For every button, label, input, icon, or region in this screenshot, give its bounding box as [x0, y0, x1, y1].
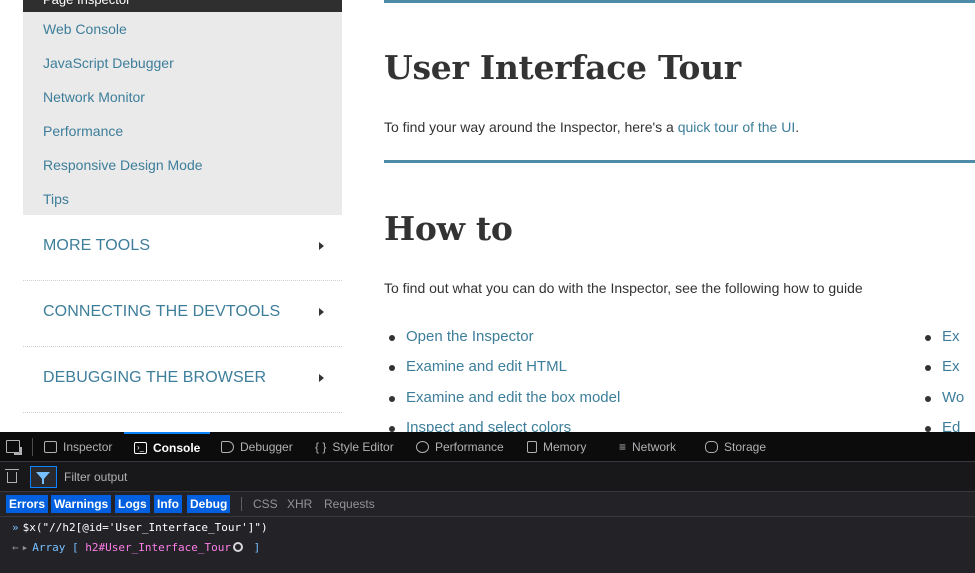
heading-how-to: How to — [384, 209, 513, 248]
filter-warnings[interactable]: Warnings — [51, 495, 112, 513]
heading-user-interface-tour: User Interface Tour — [384, 48, 741, 87]
devtools-panel: Inspector ›_ Console Debugger { } Style … — [0, 432, 975, 573]
ui-tour-period: . — [795, 119, 800, 135]
levels-separator — [241, 497, 242, 511]
tab-label: Console — [153, 441, 201, 455]
sidebar-item-performance[interactable]: Performance — [43, 122, 123, 140]
funnel-icon — [36, 472, 50, 484]
prompt-chevron-icon: » — [12, 521, 19, 534]
console-result-line: ← ▸ Array [ h2#User_Interface_Tour ] — [12, 541, 260, 554]
link-open-the-inspector[interactable]: Open the Inspector — [386, 328, 534, 345]
performance-icon — [416, 441, 429, 453]
tab-style-editor[interactable]: { } Style Editor — [315, 432, 394, 462]
return-arrow-icon: ← — [12, 541, 19, 554]
link-right-list-2[interactable]: Ex — [922, 358, 960, 375]
inspector-icon — [44, 441, 57, 453]
triangle-right-icon — [319, 242, 324, 250]
sidebar-section-connecting-the-devtools[interactable]: CONNECTING THE DEVTOOLS — [23, 281, 342, 347]
sidebar-item-page-inspector[interactable]: Page Inspector — [23, 0, 342, 12]
filter-output-input[interactable] — [64, 468, 464, 486]
tab-inspector[interactable]: Inspector — [44, 432, 112, 462]
toolbar-separator — [32, 438, 33, 456]
tab-label: Storage — [724, 440, 767, 454]
tab-debugger[interactable]: Debugger — [221, 432, 293, 462]
tab-label: Memory — [543, 440, 587, 454]
link-examine-and-edit-html[interactable]: Examine and edit HTML — [386, 358, 567, 375]
console-output: » $x("//h2[@id='User_Interface_Tour']") ←… — [0, 516, 975, 573]
ui-tour-text: To find your way around the Inspector, h… — [384, 119, 678, 135]
tab-memory[interactable]: Memory — [527, 432, 586, 462]
link-inspect-and-select-colors[interactable]: Inspect and select colors — [386, 419, 571, 432]
filter-info[interactable]: Info — [154, 495, 182, 513]
console-input-line: » $x("//h2[@id='User_Interface_Tour']") — [12, 521, 268, 534]
sidebar-item-javascript-debugger[interactable]: JavaScript Debugger — [43, 54, 174, 72]
link-right-list-1[interactable]: Ex — [922, 328, 960, 345]
filter-debug[interactable]: Debug — [187, 495, 231, 513]
devtools-toolbar: Inspector ›_ Console Debugger { } Style … — [0, 432, 975, 462]
sidebar-section-more-tools[interactable]: MORE TOOLS — [23, 215, 342, 281]
triangle-right-icon — [319, 308, 324, 316]
sidebar-section-label: DEBUGGING THE BROWSER — [43, 369, 267, 386]
how-to-paragraph: To find out what you can do with the Ins… — [384, 280, 863, 296]
quick-tour-link[interactable]: quick tour of the UI — [678, 119, 796, 135]
tab-label: Inspector — [63, 440, 113, 454]
triangle-right-icon — [319, 374, 324, 382]
sidebar-item-tips[interactable]: Tips — [43, 190, 69, 208]
link-right-list-3[interactable]: Wo — [922, 389, 964, 406]
tab-performance[interactable]: Performance — [416, 432, 504, 462]
memory-icon — [527, 441, 537, 453]
sidebar-section-debugging-the-browser[interactable]: DEBUGGING THE BROWSER — [23, 347, 342, 413]
tab-console[interactable]: ›_ Console — [124, 432, 211, 462]
result-node-id: #User_Interface_Tour — [98, 541, 231, 554]
sidebar-nav: Page Inspector Web Console JavaScript De… — [23, 0, 342, 432]
console-level-filters: Errors Warnings Logs Info Debug CSS XHR … — [0, 494, 975, 514]
style-editor-icon: { } — [315, 440, 327, 454]
tab-label: Performance — [435, 440, 504, 454]
filter-xhr[interactable]: XHR — [284, 495, 315, 513]
element-picker-icon[interactable] — [6, 440, 22, 455]
web-page: Page Inspector Web Console JavaScript De… — [0, 0, 975, 432]
section-divider — [384, 160, 975, 163]
filter-errors[interactable]: Errors — [6, 495, 49, 513]
filter-logs[interactable]: Logs — [115, 495, 150, 513]
ui-tour-paragraph: To find your way around the Inspector, h… — [384, 119, 799, 135]
result-node-tag: h2 — [85, 541, 99, 554]
console-filter-bar — [0, 462, 975, 492]
network-icon: ≡ — [619, 440, 627, 454]
sidebar-item-responsive-design-mode[interactable]: Responsive Design Mode — [43, 156, 203, 174]
tab-label: Network — [632, 440, 677, 454]
console-input-code: $x("//h2[@id='User_Interface_Tour']") — [22, 521, 268, 534]
sidebar-item-network-monitor[interactable]: Network Monitor — [43, 88, 145, 106]
filter-toggle-button[interactable] — [30, 466, 57, 488]
expand-triangle-icon[interactable]: ▸ — [22, 541, 29, 554]
link-examine-and-edit-box-model[interactable]: Examine and edit the box model — [386, 389, 620, 406]
tab-storage[interactable]: Storage — [705, 432, 766, 462]
array-open-bracket: [ — [72, 541, 79, 554]
article-content: User Interface Tour To find your way aro… — [384, 0, 975, 432]
select-node-icon[interactable] — [232, 542, 243, 552]
sidebar-section-label: MORE TOOLS — [43, 237, 151, 254]
result-type: Array — [32, 541, 66, 554]
trash-icon[interactable] — [5, 469, 19, 483]
sidebar-item-web-console[interactable]: Web Console — [43, 20, 127, 38]
storage-icon — [705, 441, 718, 453]
tab-label: Style Editor — [332, 440, 394, 454]
result-node[interactable]: h2#User_Interface_Tour — [85, 541, 231, 554]
sidebar-section-label: CONNECTING THE DEVTOOLS — [43, 303, 281, 320]
link-right-list-4[interactable]: Ed — [922, 419, 960, 432]
filter-requests[interactable]: Requests — [321, 495, 378, 513]
tab-label: Debugger — [240, 440, 293, 454]
sidebar-submenu: Web Console JavaScript Debugger Network … — [23, 12, 342, 215]
filter-css[interactable]: CSS — [250, 495, 281, 513]
debugger-icon — [221, 441, 234, 453]
section-divider — [384, 0, 975, 3]
console-icon: ›_ — [134, 442, 147, 454]
array-close-bracket: ] — [253, 541, 261, 554]
tab-network[interactable]: ≡ Network — [619, 432, 676, 462]
